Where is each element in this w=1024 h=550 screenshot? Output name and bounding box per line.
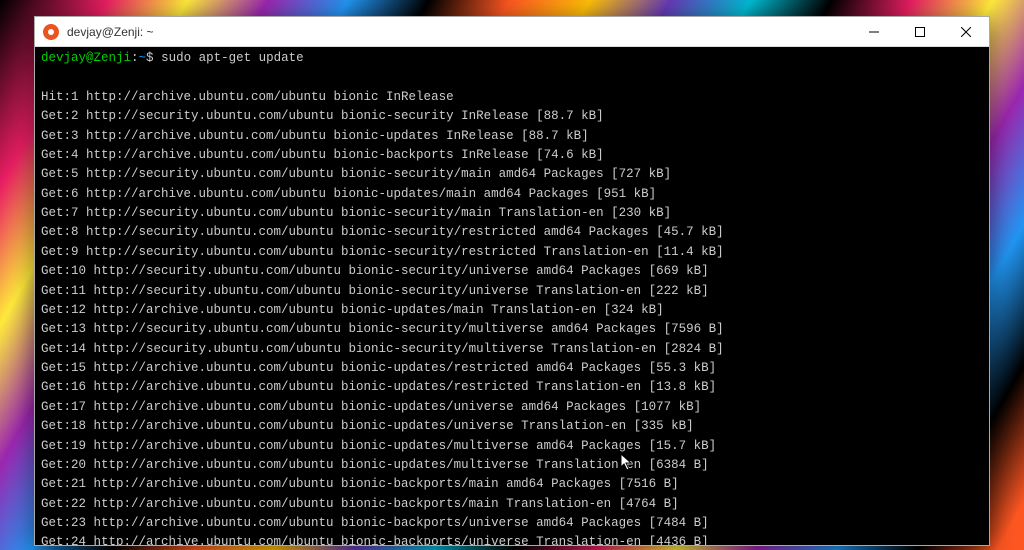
window-title: devjay@Zenji: ~	[67, 25, 851, 39]
prompt-userhost: devjay@Zenji	[41, 51, 131, 65]
window-controls	[851, 17, 989, 46]
prompt-separator: :	[131, 51, 139, 65]
maximize-button[interactable]	[897, 17, 943, 46]
terminal-body[interactable]: devjay@Zenji:~$ sudo apt-get update Hit:…	[35, 47, 989, 545]
close-button[interactable]	[943, 17, 989, 46]
prompt-dollar: $	[146, 51, 161, 65]
titlebar[interactable]: devjay@Zenji: ~	[35, 17, 989, 47]
command-text: sudo apt-get update	[161, 51, 304, 65]
minimize-button[interactable]	[851, 17, 897, 46]
terminal-window: devjay@Zenji: ~ devjay@Zenji:~$ sudo apt…	[34, 16, 990, 546]
prompt-path: ~	[139, 51, 147, 65]
ubuntu-icon	[43, 24, 59, 40]
output-block: Hit:1 http://archive.ubuntu.com/ubuntu b…	[41, 68, 983, 545]
